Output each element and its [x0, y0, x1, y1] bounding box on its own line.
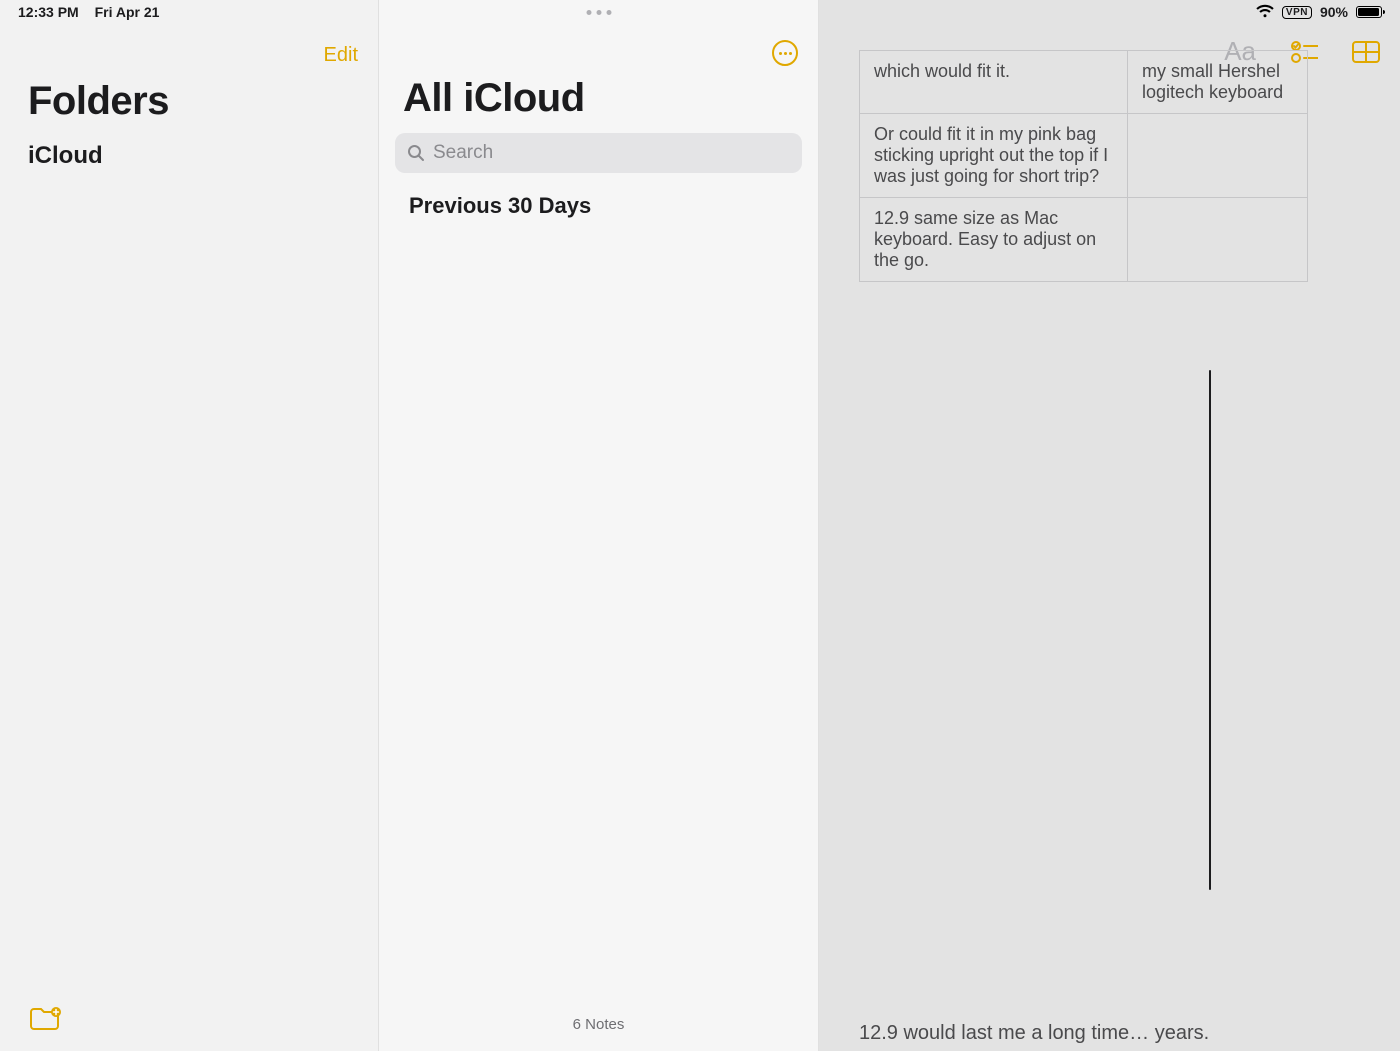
folders-pane: Edit Folders iCloud	[0, 0, 378, 1051]
account-label: iCloud	[0, 130, 378, 174]
search-placeholder: Search	[433, 142, 493, 164]
status-bar: 12:33 PM Fri Apr 21 VPN 90%	[0, 0, 1400, 24]
folders-title: Folders	[0, 67, 378, 130]
note-table[interactable]: which would fit it. my small Hershel log…	[859, 50, 1308, 282]
table-cell[interactable]	[1128, 198, 1308, 282]
search-input[interactable]: Search	[395, 133, 802, 173]
table-cell[interactable]: which would fit it.	[860, 51, 1128, 114]
table-cell[interactable]	[1128, 114, 1308, 198]
vpn-indicator: VPN	[1282, 6, 1312, 19]
status-time: 12:33 PM	[18, 4, 79, 20]
notes-list-title: All iCloud	[379, 66, 818, 129]
battery-pct: 90%	[1320, 4, 1348, 20]
notes-count: 6 Notes	[379, 1016, 818, 1033]
new-folder-button[interactable]	[28, 1005, 62, 1033]
more-button[interactable]	[772, 40, 798, 66]
search-icon	[407, 144, 425, 162]
handwritten-divider	[1209, 370, 1211, 890]
table-cell[interactable]: 12.9 same size as Mac keyboard. Easy to …	[860, 198, 1128, 282]
edit-button[interactable]: Edit	[324, 44, 358, 67]
table-cell[interactable]: Or could fit it in my pink bag sticking …	[860, 114, 1128, 198]
battery-icon	[1356, 6, 1382, 18]
notes-list-pane: All iCloud Search Previous 30 Days 6 Not…	[378, 0, 819, 1051]
section-header: Previous 30 Days	[379, 183, 818, 225]
table-cell[interactable]: my small Hershel logitech keyboard	[1128, 51, 1308, 114]
note-content-pane[interactable]: Aa which would fit it. my small Hershel …	[819, 0, 1400, 1051]
wifi-icon	[1256, 4, 1274, 21]
note-text-line[interactable]: 12.9 would last me a long time… years.	[859, 1022, 1209, 1045]
status-date: Fri Apr 21	[95, 4, 160, 20]
